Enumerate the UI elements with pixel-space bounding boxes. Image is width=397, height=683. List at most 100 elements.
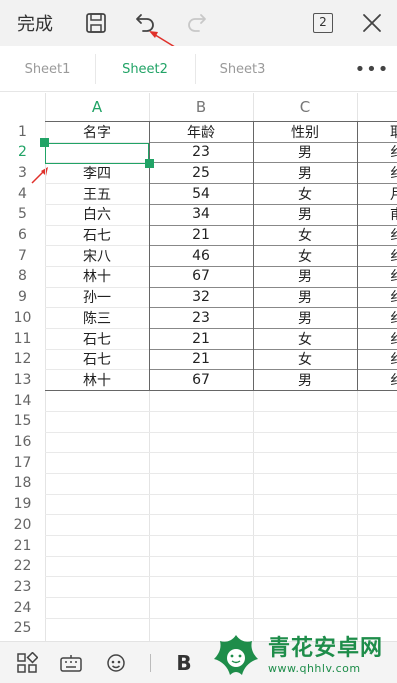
table-cell[interactable]: 女 bbox=[253, 225, 357, 245]
table-cell[interactable]: 年龄 bbox=[149, 122, 253, 142]
table-cell[interactable]: 甫 bbox=[357, 204, 397, 224]
table-cell[interactable]: 纟 bbox=[357, 349, 397, 369]
table-cell[interactable]: 纟 bbox=[357, 370, 397, 390]
row-header[interactable]: 25 bbox=[0, 618, 45, 638]
table-cell[interactable]: 纟 bbox=[357, 287, 397, 307]
row-header[interactable]: 5 bbox=[0, 204, 45, 224]
row-header[interactable]: 10 bbox=[0, 308, 45, 328]
close-button[interactable] bbox=[360, 0, 384, 46]
row-header[interactable]: 7 bbox=[0, 246, 45, 266]
table-cell[interactable]: 宋八 bbox=[45, 246, 149, 266]
emoji-button[interactable] bbox=[103, 642, 129, 683]
table-cell[interactable]: 林十 bbox=[45, 370, 149, 390]
table-cell[interactable]: 石七 bbox=[45, 349, 149, 369]
bold-button[interactable]: B bbox=[172, 642, 196, 683]
row-header[interactable]: 17 bbox=[0, 453, 45, 473]
table-cell[interactable]: 男 bbox=[253, 142, 357, 162]
row-header[interactable]: 21 bbox=[0, 536, 45, 556]
row-header[interactable]: 11 bbox=[0, 329, 45, 349]
row-header[interactable]: 20 bbox=[0, 515, 45, 535]
cell-selection[interactable] bbox=[45, 143, 149, 164]
table-cell[interactable]: 陈三 bbox=[45, 308, 149, 328]
table-cell[interactable]: 纟 bbox=[357, 246, 397, 266]
row-header[interactable]: 4 bbox=[0, 184, 45, 204]
table-cell[interactable]: 纟 bbox=[357, 225, 397, 245]
table-cell[interactable]: 女 bbox=[253, 349, 357, 369]
table-cell[interactable]: 纟 bbox=[357, 329, 397, 349]
row-header[interactable]: 16 bbox=[0, 432, 45, 452]
table-cell[interactable]: 名字 bbox=[45, 122, 149, 142]
tab-sheet2[interactable]: Sheet2 bbox=[95, 46, 195, 92]
table-cell[interactable]: 纟 bbox=[357, 142, 397, 162]
tab-sheet1[interactable]: Sheet1 bbox=[0, 46, 95, 92]
save-button[interactable] bbox=[82, 0, 110, 46]
done-button[interactable]: 完成 bbox=[10, 0, 60, 46]
row-header[interactable]: 24 bbox=[0, 598, 45, 618]
row-header[interactable]: 13 bbox=[0, 370, 45, 390]
table-cell[interactable]: 21 bbox=[149, 225, 253, 245]
table-cell[interactable]: 女 bbox=[253, 246, 357, 266]
table-cell[interactable]: 林十 bbox=[45, 266, 149, 286]
table-cell[interactable]: 白六 bbox=[45, 204, 149, 224]
table-cell[interactable]: 男 bbox=[253, 266, 357, 286]
table-cell[interactable]: 王五 bbox=[45, 184, 149, 204]
table-cell[interactable]: 性别 bbox=[253, 122, 357, 142]
table-border bbox=[149, 369, 397, 371]
row-header[interactable]: 2 bbox=[0, 142, 45, 162]
table-cell[interactable]: 32 bbox=[149, 287, 253, 307]
redo-button[interactable] bbox=[182, 0, 210, 46]
column-header-c[interactable]: C bbox=[253, 93, 357, 121]
table-cell[interactable]: 67 bbox=[149, 370, 253, 390]
row-header[interactable]: 8 bbox=[0, 266, 45, 286]
table-cell[interactable]: 女 bbox=[253, 184, 357, 204]
table-cell[interactable]: 纟 bbox=[357, 266, 397, 286]
row-header[interactable]: 9 bbox=[0, 287, 45, 307]
table-cell[interactable]: 男 bbox=[253, 370, 357, 390]
table-cell[interactable]: 纟 bbox=[357, 163, 397, 183]
table-cell[interactable]: 石七 bbox=[45, 329, 149, 349]
row-header[interactable]: 18 bbox=[0, 473, 45, 493]
row-header[interactable]: 23 bbox=[0, 577, 45, 597]
table-cell[interactable]: 耶 bbox=[357, 122, 397, 142]
column-header-a[interactable]: A bbox=[45, 93, 149, 121]
table-cell[interactable]: 23 bbox=[149, 308, 253, 328]
table-cell[interactable]: 21 bbox=[149, 329, 253, 349]
table-cell[interactable]: 男 bbox=[253, 308, 357, 328]
table-cell[interactable]: 女 bbox=[253, 329, 357, 349]
table-border bbox=[149, 286, 397, 288]
table-cell[interactable]: 25 bbox=[149, 163, 253, 183]
table-cell[interactable]: 46 bbox=[149, 246, 253, 266]
table-cell[interactable]: 月 bbox=[357, 184, 397, 204]
more-options-button[interactable]: ••• bbox=[352, 46, 392, 92]
table-cell[interactable]: 男 bbox=[253, 163, 357, 183]
row-header[interactable]: 19 bbox=[0, 494, 45, 514]
table-cell[interactable]: 纟 bbox=[357, 308, 397, 328]
table-cell[interactable]: 54 bbox=[149, 184, 253, 204]
table-cell[interactable]: 李四 bbox=[45, 163, 149, 183]
row-header[interactable]: 6 bbox=[0, 225, 45, 245]
row-header[interactable]: 22 bbox=[0, 556, 45, 576]
table-cell[interactable]: 男 bbox=[253, 287, 357, 307]
selection-handle-bottom-right[interactable] bbox=[145, 159, 154, 168]
selection-handle-top-left[interactable] bbox=[40, 138, 49, 147]
row-header[interactable]: 1 bbox=[0, 122, 45, 142]
row-header[interactable]: 3 bbox=[0, 163, 45, 183]
row-header[interactable]: 15 bbox=[0, 411, 45, 431]
table-cell[interactable]: 23 bbox=[149, 142, 253, 162]
table-cell[interactable]: 男 bbox=[253, 204, 357, 224]
tab-sheet3[interactable]: Sheet3 bbox=[195, 46, 290, 92]
table-border bbox=[149, 141, 397, 143]
row-header[interactable]: 14 bbox=[0, 391, 45, 411]
sheet-count-button[interactable]: 2 bbox=[311, 0, 335, 46]
keyboard-button[interactable] bbox=[58, 642, 84, 683]
table-cell[interactable]: 67 bbox=[149, 266, 253, 286]
table-cell[interactable]: 孙一 bbox=[45, 287, 149, 307]
column-header-b[interactable]: B bbox=[149, 93, 253, 121]
table-cell[interactable]: 34 bbox=[149, 204, 253, 224]
table-border bbox=[149, 162, 397, 164]
table-cell[interactable]: 石七 bbox=[45, 225, 149, 245]
apps-button[interactable] bbox=[14, 642, 40, 683]
row-header[interactable]: 12 bbox=[0, 349, 45, 369]
table-cell[interactable]: 21 bbox=[149, 349, 253, 369]
undo-button[interactable] bbox=[132, 0, 160, 46]
